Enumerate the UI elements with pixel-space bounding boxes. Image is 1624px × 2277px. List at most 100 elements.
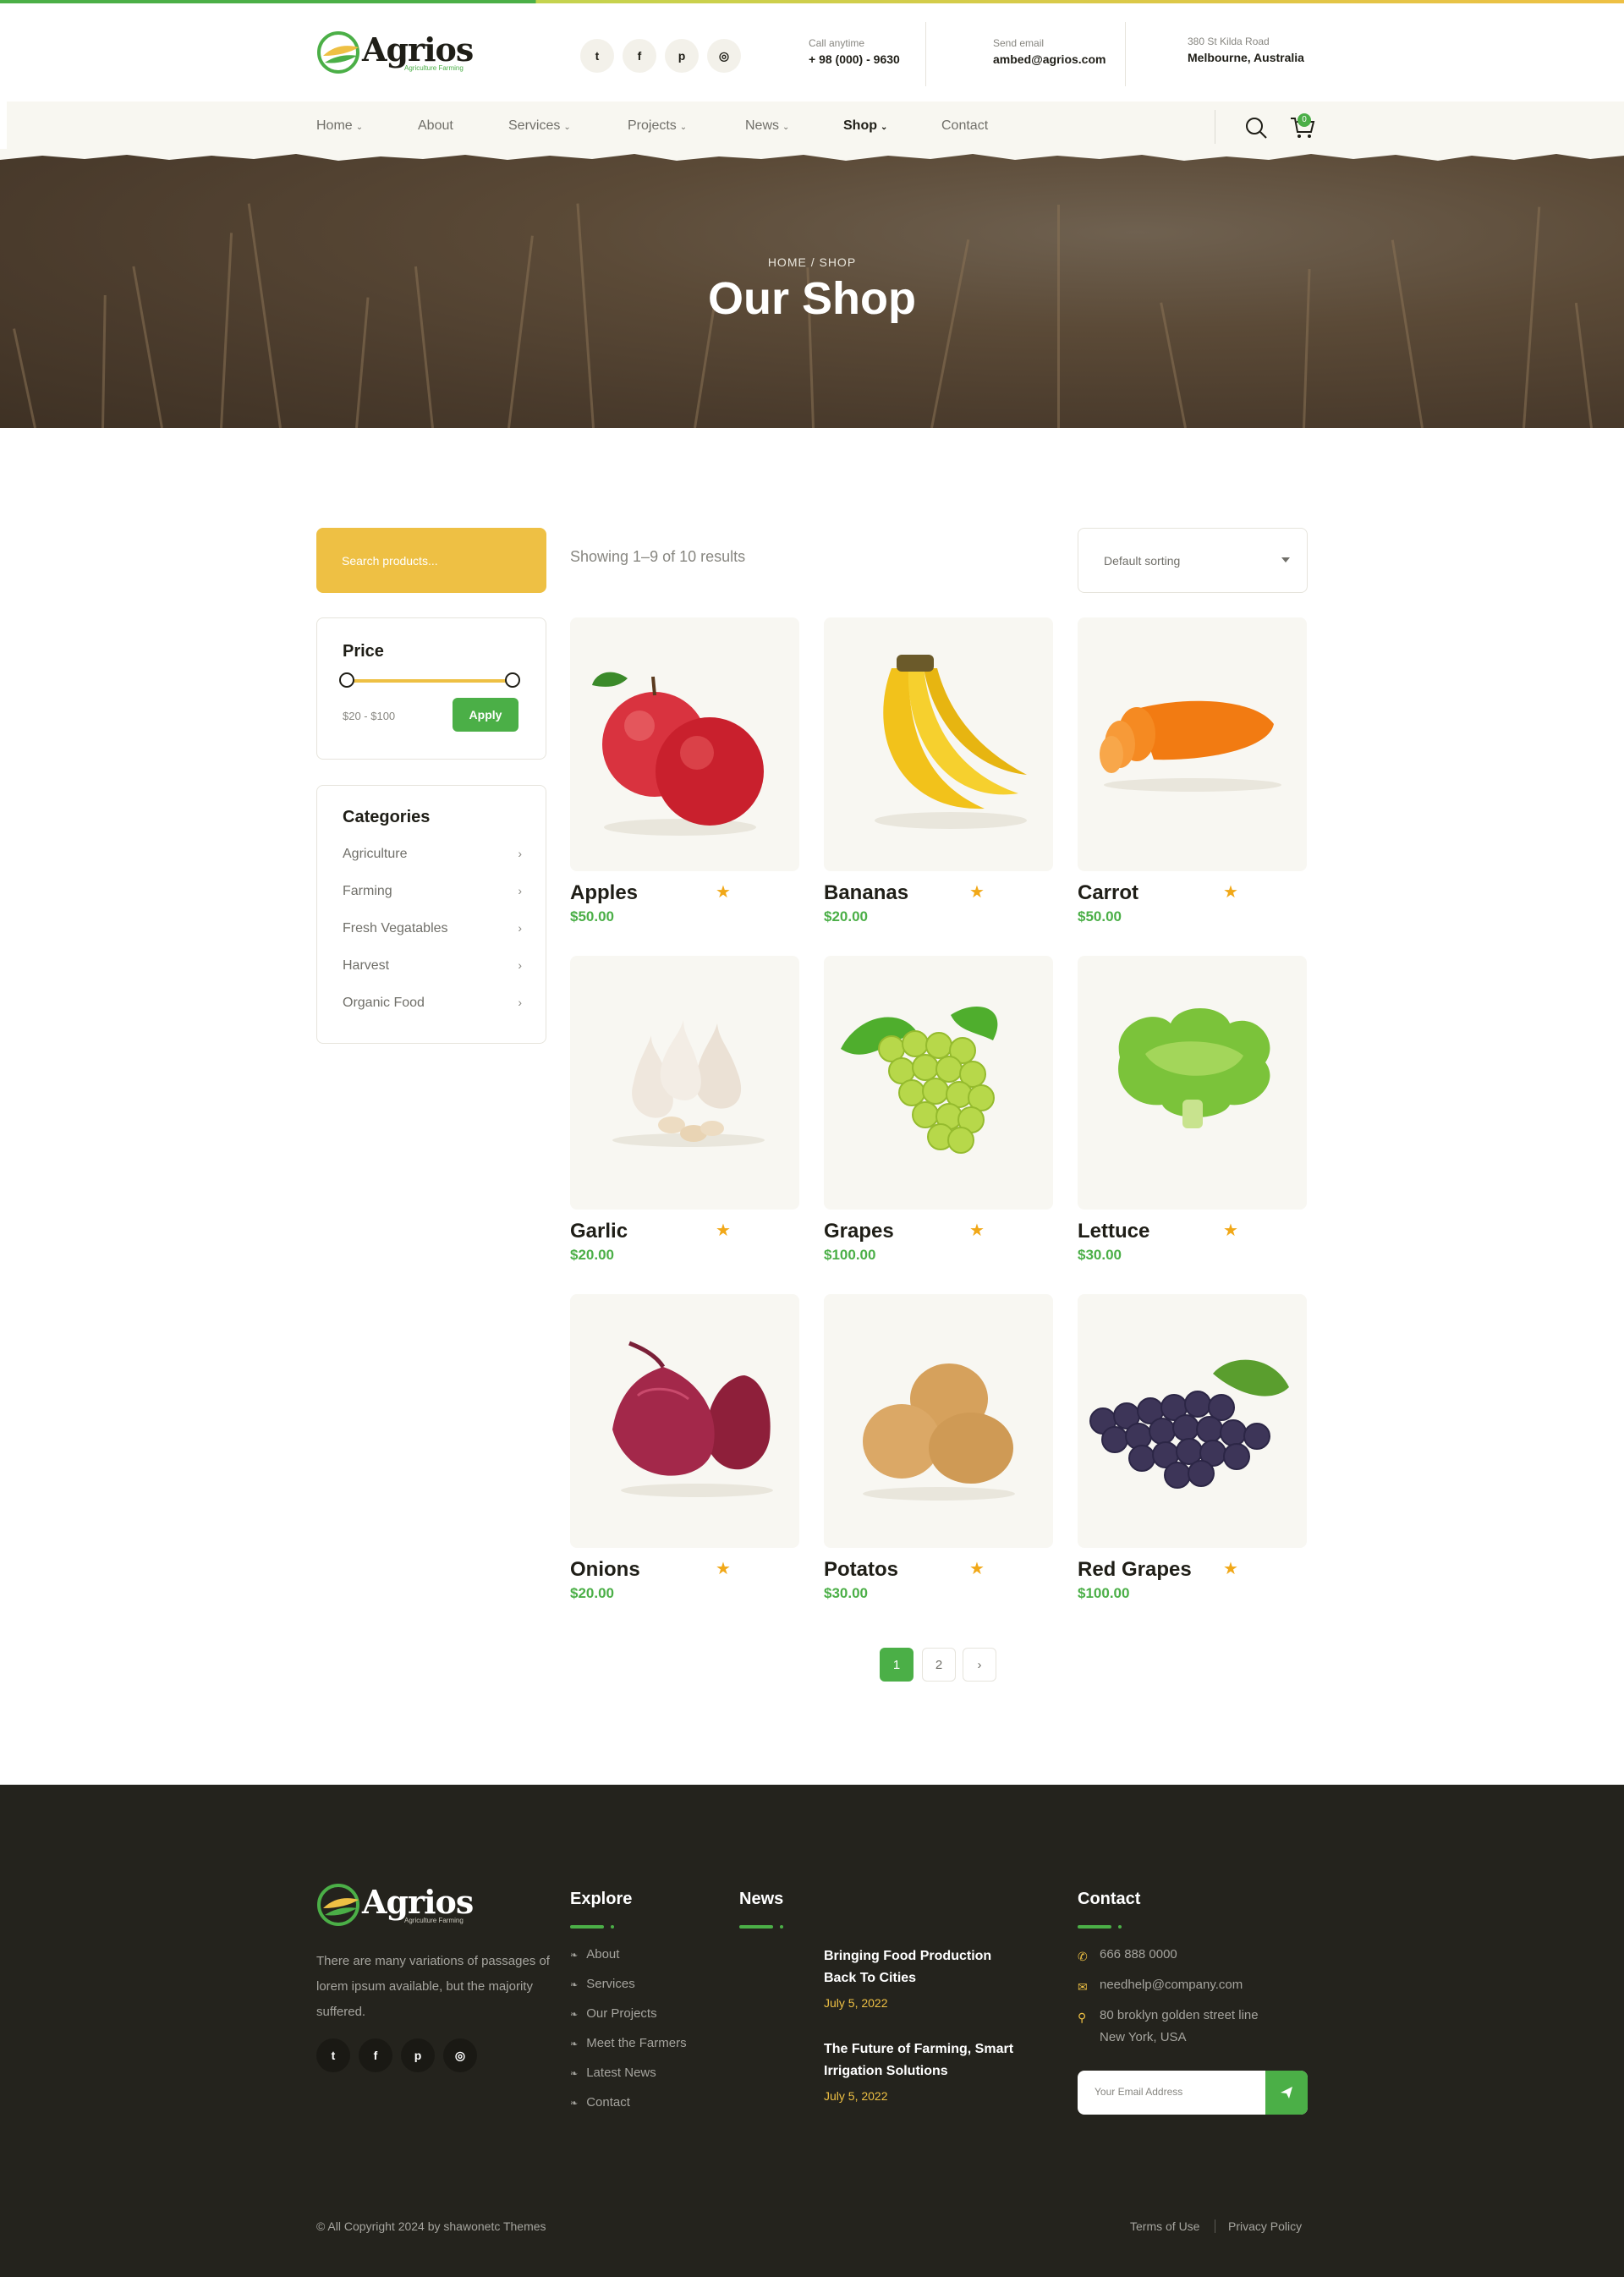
chevron-down-icon: ⌄ [881, 123, 888, 132]
next-page-button[interactable]: › [963, 1648, 996, 1682]
footer-logo[interactable]: Agrios Agriculture Farming [316, 1881, 474, 1929]
footer-news-item[interactable]: The Future of Farming, Smart Irrigation … [824, 2038, 1018, 2103]
chevron-right-icon: › [518, 958, 522, 972]
newsletter-email-input[interactable]: Your Email Address [1095, 2086, 1182, 2098]
grapes-image [841, 1007, 998, 1154]
facebook-icon[interactable]: f [623, 39, 656, 73]
call-label: Call anytime [809, 37, 865, 49]
twitter-icon[interactable]: t [316, 2038, 350, 2072]
address-value: Melbourne, Australia [1188, 51, 1304, 64]
star-icon: ★ [716, 883, 731, 902]
search-icon[interactable] [1243, 115, 1269, 140]
page-button[interactable]: 1 [880, 1648, 914, 1682]
price-min-handle[interactable] [339, 672, 354, 688]
product-card[interactable]: Garlic ★ $20.00 [570, 956, 799, 1269]
product-price: $20.00 [570, 1585, 614, 1601]
product-card[interactable]: Bananas ★ $20.00 [824, 617, 1053, 930]
apply-price-button[interactable]: Apply [453, 698, 518, 732]
instagram-icon[interactable]: ◎ [707, 39, 741, 73]
twitter-icon[interactable]: t [580, 39, 614, 73]
product-name[interactable]: Red Grapes [1078, 1558, 1192, 1582]
product-image[interactable] [824, 956, 1053, 1210]
product-name[interactable]: Bananas [824, 881, 908, 905]
category-item[interactable]: Organic Food › [343, 996, 522, 1016]
star-icon: ★ [969, 883, 985, 902]
star-icon: ★ [1223, 883, 1238, 902]
call-value[interactable]: + 98 (000) - 9630 [809, 52, 900, 66]
category-label: Fresh Vegatables [343, 921, 448, 935]
leaf-icon: ❧ [570, 2039, 579, 2049]
product-card[interactable]: Grapes ★ $100.00 [824, 956, 1053, 1269]
product-card[interactable]: Onions ★ $20.00 [570, 1294, 799, 1607]
instagram-icon[interactable]: ◎ [443, 2038, 477, 2072]
page-title: Our Shop [708, 273, 916, 324]
facebook-icon[interactable]: f [359, 2038, 392, 2072]
product-card[interactable]: Potatos ★ $30.00 [824, 1294, 1053, 1607]
news-title[interactable]: The Future of Farming, Smart Irrigation … [824, 2038, 1018, 2082]
news-title[interactable]: Bringing Food Production Back To Cities [824, 1945, 1018, 1989]
site-footer: Agrios Agriculture Farming There are man… [0, 1785, 1624, 2277]
product-name[interactable]: Carrot [1078, 881, 1138, 905]
nav-item-about[interactable]: About [418, 118, 453, 134]
newsletter-submit-button[interactable] [1265, 2071, 1308, 2115]
product-image[interactable] [570, 1294, 799, 1548]
footer-link[interactable]: ❧ About [570, 1947, 619, 1962]
product-image[interactable] [570, 617, 799, 871]
footer-link[interactable]: ❧ Contact [570, 2095, 630, 2110]
category-label: Organic Food [343, 996, 425, 1010]
privacy-link[interactable]: Privacy Policy [1228, 2219, 1302, 2233]
nav-item-home[interactable]: Home ⌄ [316, 118, 363, 134]
sort-select[interactable]: Default sorting [1078, 528, 1308, 593]
product-name[interactable]: Onions [570, 1558, 640, 1582]
product-image[interactable] [824, 617, 1053, 871]
product-name[interactable]: Apples [570, 881, 638, 905]
product-card[interactable]: Red Grapes ★ $100.00 [1078, 1294, 1307, 1607]
nav-item-shop[interactable]: Shop ⌄ [843, 118, 887, 134]
footer-link[interactable]: ❧ Latest News [570, 2066, 656, 2080]
product-image[interactable] [1078, 956, 1307, 1210]
product-card[interactable]: Apples ★ $50.00 [570, 617, 799, 930]
nav-item-contact[interactable]: Contact [941, 118, 988, 134]
page-button[interactable]: 2 [922, 1648, 956, 1682]
product-price: $30.00 [1078, 1247, 1122, 1263]
footer-link[interactable]: ❧ Services [570, 1977, 635, 1991]
apple-image [592, 672, 764, 836]
category-label: Farming [343, 884, 392, 898]
address-line-1: 80 broklyn golden street line [1100, 2008, 1259, 2022]
product-image[interactable] [570, 956, 799, 1210]
product-search-input[interactable]: Search products... [316, 528, 546, 593]
torn-edge [0, 149, 1624, 161]
terms-link[interactable]: Terms of Use [1130, 2219, 1199, 2233]
logo[interactable]: Agrios Agriculture Farming [316, 29, 474, 76]
star-icon: ★ [1223, 1560, 1238, 1578]
footer-link[interactable]: ❧ Our Projects [570, 2006, 657, 2021]
product-card[interactable]: Carrot ★ $50.00 [1078, 617, 1307, 930]
category-item[interactable]: Fresh Vegatables › [343, 921, 522, 941]
product-name[interactable]: Grapes [824, 1220, 894, 1243]
nav-item-news[interactable]: News ⌄ [745, 118, 789, 134]
product-image[interactable] [1078, 1294, 1307, 1548]
product-image[interactable] [824, 1294, 1053, 1548]
product-name[interactable]: Lettuce [1078, 1220, 1149, 1243]
category-item[interactable]: Farming › [343, 884, 522, 904]
footer-link-label: Our Projects [586, 2006, 657, 2021]
footer-news-item[interactable]: Bringing Food Production Back To Cities … [824, 1945, 1018, 2010]
category-item[interactable]: Agriculture › [343, 847, 522, 867]
product-name[interactable]: Garlic [570, 1220, 628, 1243]
product-name[interactable]: Potatos [824, 1558, 898, 1582]
category-item[interactable]: Harvest › [343, 958, 522, 979]
nav-label: Projects [628, 118, 677, 133]
product-card[interactable]: Lettuce ★ $30.00 [1078, 956, 1307, 1269]
nav-item-projects[interactable]: Projects ⌄ [628, 118, 687, 134]
price-range-track [346, 679, 512, 683]
chevron-down-icon: ⌄ [782, 123, 790, 132]
email-value[interactable]: ambed@agrios.com [993, 52, 1106, 66]
pinterest-icon[interactable]: p [401, 2038, 435, 2072]
nav-item-services[interactable]: Services ⌄ [508, 118, 571, 134]
price-max-handle[interactable] [505, 672, 520, 688]
nav-label: Services [508, 118, 561, 133]
pinterest-icon[interactable]: p [665, 39, 699, 73]
product-image[interactable] [1078, 617, 1307, 871]
email-label: Send email [993, 37, 1045, 49]
footer-link[interactable]: ❧ Meet the Farmers [570, 2036, 687, 2050]
